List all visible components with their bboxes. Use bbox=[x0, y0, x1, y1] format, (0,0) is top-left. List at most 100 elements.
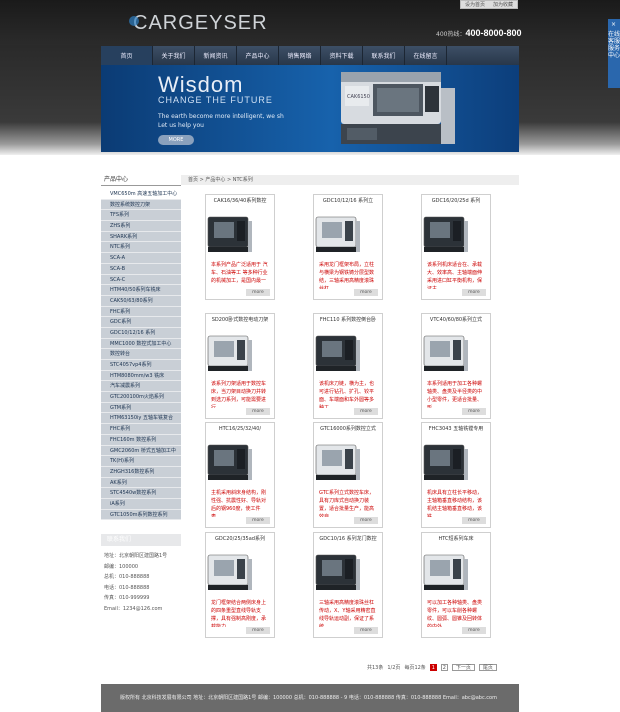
nav-products[interactable]: 产品中心 bbox=[237, 46, 279, 65]
sidebar-item[interactable]: AK系列 bbox=[101, 478, 181, 489]
product-card[interactable]: FHC110 系列数控倒台卧 该机床刀链，横为主，也可进行钻孔、扩孔、铰平面、车端… bbox=[313, 313, 383, 419]
sidebar-item[interactable]: iA系列 bbox=[101, 499, 181, 510]
product-more-button[interactable]: more bbox=[246, 517, 270, 524]
product-card[interactable]: CAK16/36/40系列数控 本系列产品广泛适用于 汽车、石油等工 等多种行业的… bbox=[205, 194, 275, 300]
sidebar-item[interactable]: ZHGH316数控系列 bbox=[101, 467, 181, 478]
product-image[interactable] bbox=[422, 209, 470, 255]
product-more-button[interactable]: more bbox=[354, 627, 378, 634]
product-more-button[interactable]: more bbox=[462, 408, 486, 415]
product-more-button[interactable]: more bbox=[246, 627, 270, 634]
sidebar-item[interactable]: FHC系列 bbox=[101, 424, 181, 435]
sidebar-item[interactable]: HTM63150iy 五轴车铣复合 bbox=[101, 413, 181, 425]
brand-logo[interactable]: CARGEYSER bbox=[129, 12, 268, 35]
product-title[interactable]: HTC短系列车床 bbox=[422, 533, 490, 545]
product-title[interactable]: GDC10/16 系列龙门数控 bbox=[314, 533, 382, 545]
sidebar-item[interactable]: FHC系列 bbox=[101, 307, 181, 318]
product-card[interactable]: HTC短系列车床 可以加工各种轴类、盘类零件，可以车削各种螺纹、圆弧、圆锥及回转体… bbox=[421, 532, 491, 638]
product-more-button[interactable]: more bbox=[354, 517, 378, 524]
product-title[interactable]: FHC110 系列数控倒台卧 bbox=[314, 314, 382, 326]
product-title[interactable]: FHC3043 五轴铣镗专用 bbox=[422, 423, 490, 435]
product-more-button[interactable]: more bbox=[462, 289, 486, 296]
sidebar-item[interactable]: GTC200100m火焰系列 bbox=[101, 392, 181, 403]
product-card[interactable]: GDC10/16 系列龙门数控 三轴采用高精度滚珠丝杠传动，X、Y轴采用精密直线导… bbox=[313, 532, 383, 638]
product-card[interactable]: GDC16/20/25d 系列 该系列机床适合在、承载大、效率高、主轴端面伸采用进… bbox=[421, 194, 491, 300]
product-image[interactable] bbox=[206, 547, 254, 593]
add-favorite-link[interactable]: 加为收藏 bbox=[493, 1, 513, 8]
product-more-button[interactable]: more bbox=[246, 408, 270, 415]
product-title[interactable]: GDC10/12/16 系列立 bbox=[314, 195, 382, 207]
product-more-button[interactable]: more bbox=[462, 627, 486, 634]
product-title[interactable]: HTC16/25/32/40/ bbox=[206, 423, 274, 435]
nav-downloads[interactable]: 资料下载 bbox=[321, 46, 363, 65]
product-image[interactable] bbox=[206, 437, 254, 483]
nav-home[interactable]: 首页 bbox=[101, 46, 153, 65]
product-card[interactable]: SD200卧式数控电动刀架 该系列刀架适用于数控车床，当刀架目动换刀并转到选刀系列… bbox=[205, 313, 275, 419]
online-service-tab[interactable]: × 在线客服服务中心 bbox=[608, 19, 620, 88]
sidebar-item[interactable]: FHC160m 数控系列 bbox=[101, 435, 181, 446]
close-icon[interactable]: × bbox=[611, 21, 616, 28]
product-image[interactable] bbox=[422, 437, 470, 483]
sidebar-item[interactable]: 数控系统数控刀架 bbox=[101, 200, 181, 211]
banner-more-button[interactable]: MORE bbox=[158, 135, 194, 145]
product-more-button[interactable]: more bbox=[246, 289, 270, 296]
product-card[interactable]: GDC20/25/35ad系列 龙门框架结合两侧床身上的四条重型直线导轨支撑，具有… bbox=[205, 532, 275, 638]
sidebar-item[interactable]: GTC1050m系列数控系列 bbox=[101, 510, 181, 521]
sidebar-item[interactable]: HTM8080mm/w3 铣床 bbox=[101, 371, 181, 382]
product-title[interactable]: GTC16000系列数控立式 bbox=[314, 423, 382, 435]
product-card[interactable]: VTC40/60/80系列立式 本系列适用于加工各种螺轴类、盘类及半径类的中小型零… bbox=[421, 313, 491, 419]
product-title[interactable]: GDC20/25/35ad系列 bbox=[206, 533, 274, 545]
product-card[interactable]: GTC16000系列数控立式 GTC系列立式数控车床，具有刀库式自动换刀装置，适合… bbox=[313, 422, 383, 528]
product-image[interactable] bbox=[314, 209, 362, 255]
product-card[interactable]: FHC3043 五轴铣镗专用 机床具有立柱长平移动，主轴箱垂直移动结构，该机结主轴… bbox=[421, 422, 491, 528]
product-title[interactable]: SD200卧式数控电动刀架 bbox=[206, 314, 274, 326]
nav-message[interactable]: 在线留言 bbox=[405, 46, 447, 65]
product-card[interactable]: GDC10/12/16 系列立 采用龙门框架布局，立柱与横梁为钢铁铸分层型数结，三… bbox=[313, 194, 383, 300]
sidebar-item[interactable]: ZHS系列 bbox=[101, 221, 181, 232]
product-image[interactable] bbox=[206, 328, 254, 374]
sidebar-item[interactable]: TFS系列 bbox=[101, 210, 181, 222]
pager-next-button[interactable]: 下一页 bbox=[451, 663, 475, 671]
sidebar-item[interactable]: STC4540w数控系列 bbox=[101, 488, 181, 499]
product-title[interactable]: GDC16/20/25d 系列 bbox=[422, 195, 490, 207]
sidebar-item[interactable]: GDC系列 bbox=[101, 317, 181, 328]
product-title[interactable]: VTC40/60/80系列立式 bbox=[422, 314, 490, 326]
nav-news[interactable]: 新闻资讯 bbox=[195, 46, 237, 65]
product-image[interactable] bbox=[314, 328, 362, 374]
sidebar-item[interactable]: STC4057vp4系列 bbox=[101, 360, 181, 371]
product-more-button[interactable]: more bbox=[462, 517, 486, 524]
pager-page-1[interactable]: 1 bbox=[429, 663, 437, 671]
product-image[interactable] bbox=[206, 209, 254, 255]
product-card[interactable]: HTC16/25/32/40/主机采用斜床身结构，刚性强、抗震性好、导轨对后的钢… bbox=[205, 422, 275, 528]
product-more-button[interactable]: more bbox=[354, 289, 378, 296]
product-more-button[interactable]: more bbox=[354, 408, 378, 415]
product-image[interactable] bbox=[422, 547, 470, 593]
set-homepage-link[interactable]: 设为首页 bbox=[465, 1, 485, 8]
nav-sales[interactable]: 销售网络 bbox=[279, 46, 321, 65]
sidebar-item[interactable]: NTC系列 bbox=[101, 242, 181, 254]
footer: 版权所有 北京科技发展有限公司 地址：北京朝阳区建国路1号 邮编：100000 … bbox=[101, 684, 519, 712]
banner-text-1: The earth become more intelligent, we sh bbox=[158, 113, 284, 120]
sidebar-item[interactable]: 汽车减震系列 bbox=[101, 381, 181, 393]
sidebar-item[interactable]: GDC10/12/16 系列 bbox=[101, 328, 181, 339]
product-image[interactable] bbox=[314, 437, 362, 483]
sidebar-item[interactable]: CAK50/63/80系列 bbox=[101, 296, 181, 307]
nav-about[interactable]: 关于我们 bbox=[153, 46, 195, 65]
product-image[interactable] bbox=[314, 547, 362, 593]
sidebar-item[interactable]: 数控转台 bbox=[101, 349, 181, 360]
nav-contact[interactable]: 联系我们 bbox=[363, 46, 405, 65]
product-title[interactable]: CAK16/36/40系列数控 bbox=[206, 195, 274, 207]
sidebar-item[interactable]: SCA-A bbox=[101, 253, 181, 264]
pager-page-2[interactable]: 2 bbox=[440, 663, 448, 671]
product-image[interactable] bbox=[422, 328, 470, 374]
sidebar-item[interactable]: MMC1000 数控式加工中心 bbox=[101, 339, 181, 350]
sidebar-item[interactable]: SCA-B bbox=[101, 264, 181, 275]
pager-last-button[interactable]: 尾页 bbox=[478, 663, 497, 671]
sidebar-item[interactable]: SHARK系列 bbox=[101, 232, 181, 243]
contact-phone: 电话：010-888888 bbox=[104, 584, 150, 591]
sidebar-item[interactable]: SCA-C bbox=[101, 275, 181, 286]
sidebar-item[interactable]: VMC650m 高速五轴加工中心 bbox=[101, 189, 181, 200]
sidebar-item[interactable]: GTM系列 bbox=[101, 403, 181, 414]
sidebar-item[interactable]: TK(H)系列 bbox=[101, 456, 181, 467]
sidebar-item[interactable]: HTM40/50系列车铣床 bbox=[101, 285, 181, 296]
sidebar-item[interactable]: GMC2060m 桥式五轴加工中 bbox=[101, 446, 181, 457]
